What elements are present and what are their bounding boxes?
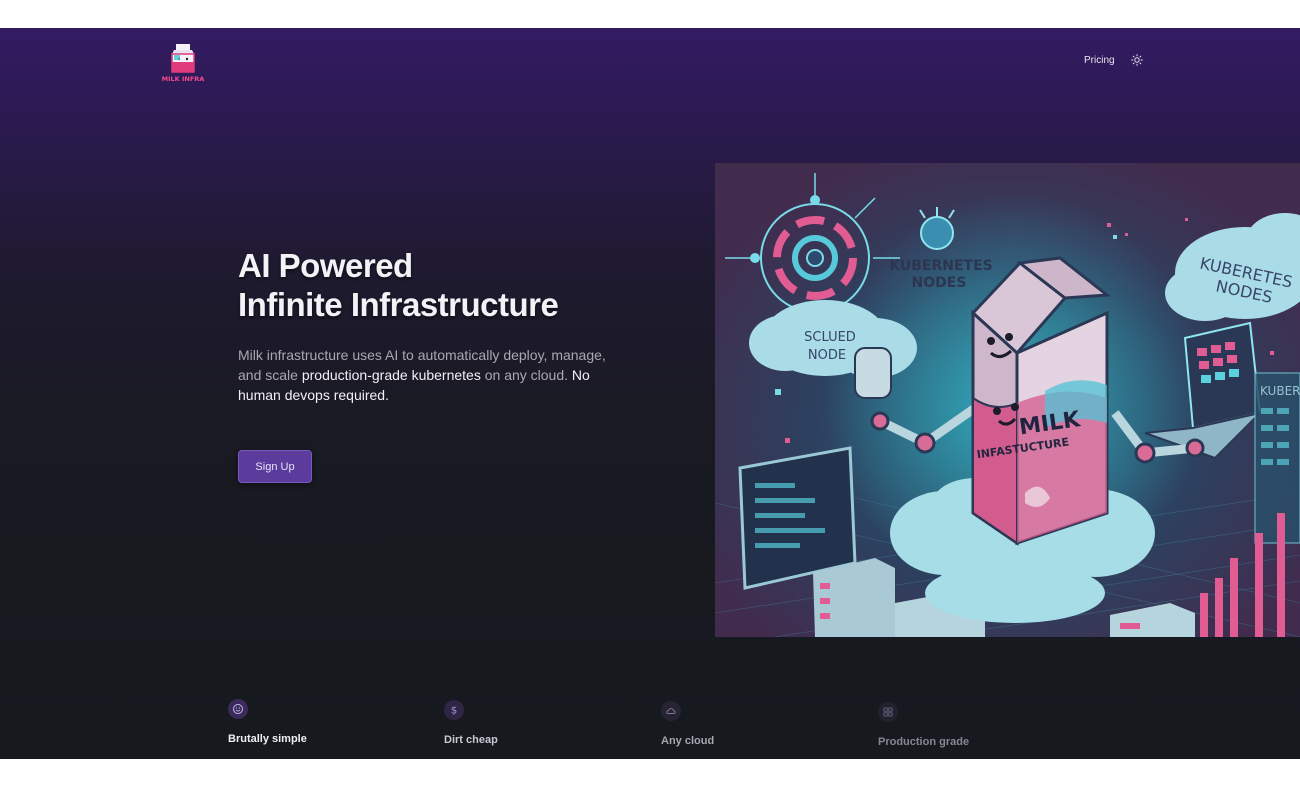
hero-desc-part-2: on any cloud. <box>480 367 572 383</box>
cloud-icon <box>661 701 681 721</box>
svg-text:$: $ <box>451 706 457 717</box>
svg-text:MILK INFRA: MILK INFRA <box>162 75 205 83</box>
nav-pricing-link[interactable]: Pricing <box>1084 55 1115 66</box>
hero-illustration: KUBERNETES NODES SCLUED NODE KUBERETES N… <box>715 163 1300 637</box>
dollar-icon: $ <box>444 700 464 720</box>
page-viewport: MILK INFRA Pricing AI Powered Infinite I… <box>0 28 1300 759</box>
feature-label: Production grade <box>878 736 970 748</box>
svg-text:SCLUED: SCLUED <box>804 330 856 345</box>
milk-infra-logo[interactable]: MILK INFRA <box>160 42 206 84</box>
svg-text:NODE: NODE <box>808 348 846 363</box>
svg-text:KUBER: KUBER <box>1260 384 1300 398</box>
hero-desc-highlight-1: production-grade kubernetes <box>301 367 481 383</box>
feature-any-cloud: Any cloud <box>661 701 861 747</box>
sign-up-button[interactable]: Sign Up <box>238 450 312 483</box>
feature-label: Any cloud <box>661 735 715 747</box>
monitor-graphic <box>738 446 857 590</box>
hero-description: Milk infrastructure uses AI to automatic… <box>238 345 618 405</box>
grid-icon <box>878 702 898 722</box>
svg-text:NODES: NODES <box>912 275 967 291</box>
feature-production-grade: Production grade <box>878 702 1078 748</box>
hero-title: AI Powered Infinite Infrastructure <box>238 246 658 324</box>
svg-text:KUBERNETES: KUBERNETES <box>889 258 992 274</box>
feature-label: Brutally simple <box>228 733 307 745</box>
feature-dirt-cheap: $ Dirt cheap <box>444 700 644 746</box>
hero-title-line-2: Infinite Infrastructure <box>238 286 559 323</box>
sun-icon[interactable] <box>1131 54 1143 66</box>
feature-label: Dirt cheap <box>444 734 498 746</box>
hero-title-line-1: AI Powered <box>238 247 413 284</box>
feature-brutally-simple: Brutally simple <box>228 699 428 745</box>
smile-icon <box>228 699 248 719</box>
